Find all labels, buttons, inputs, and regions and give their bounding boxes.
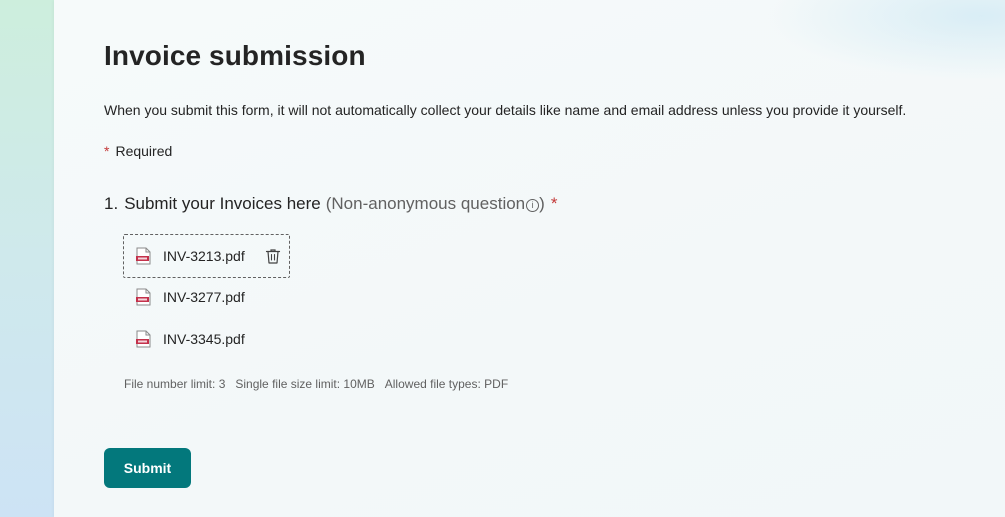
question-title: 1. Submit your Invoices here (Non-anonymou… [104,194,557,214]
submit-button[interactable]: Submit [104,448,191,488]
pdf-file-icon [136,247,151,265]
pdf-file-icon [136,330,151,348]
file-number-limit: File number limit: 3 [124,377,226,391]
uploaded-file-list: INV-3213.pdf INV-3277.pdf INV-3345.pdf [123,234,383,360]
form-title: Invoice submission [104,40,366,71]
file-name: INV-3277.pdf [163,289,245,305]
question-text: Submit your Invoices here [124,194,321,213]
background-glow [765,0,1005,80]
file-name: INV-3213.pdf [163,248,245,264]
delete-file-icon[interactable] [264,247,282,265]
anonymity-note-close: ) [539,194,545,213]
form-description: When you submit this form, it will not a… [104,102,907,118]
pdf-file-icon [136,288,151,306]
question-required-asterisk: * [550,194,558,213]
file-size-limit: Single file size limit: 10MB [235,377,375,391]
upload-limits: File number limit: 3 Single file size lim… [124,377,508,391]
info-icon[interactable]: i [526,199,540,212]
file-name: INV-3345.pdf [163,331,245,347]
file-item[interactable]: INV-3345.pdf [123,318,290,360]
file-item[interactable]: INV-3277.pdf [123,276,290,318]
background-left-strip [0,0,54,517]
required-label: Required [115,143,173,159]
required-asterisk: * [104,143,110,159]
required-note: * Required [104,143,172,159]
anonymity-note-text: (Non-anonymous question [325,194,526,213]
allowed-file-types: Allowed file types: PDF [384,377,509,391]
question-number: 1. [104,194,119,213]
file-item[interactable]: INV-3213.pdf [123,234,290,278]
anonymity-note: (Non-anonymous question i) [326,194,545,213]
form-panel: Invoice submission When you submit this … [54,0,1005,517]
